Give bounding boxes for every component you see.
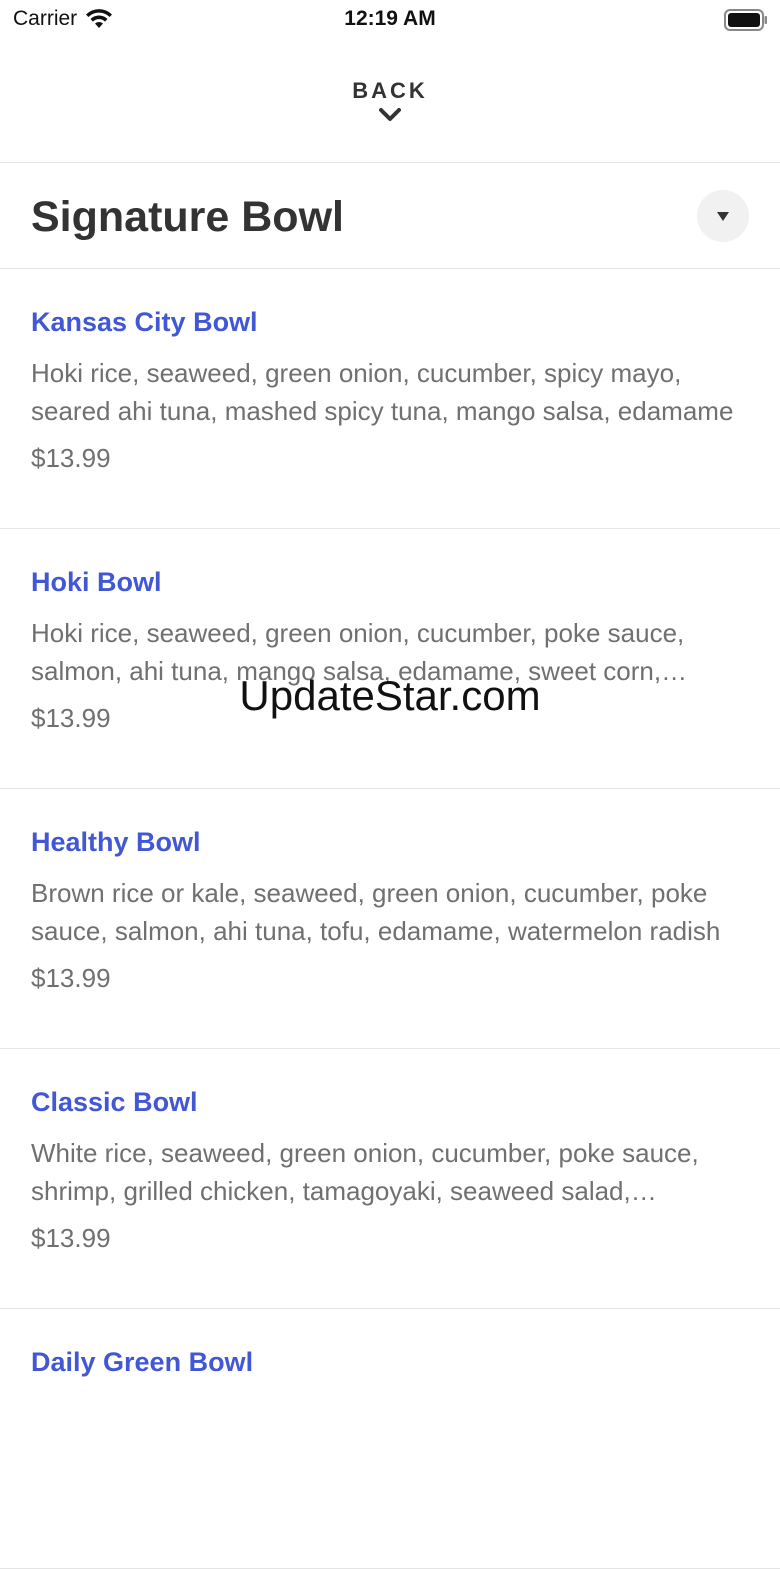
menu-item[interactable]: Healthy Bowl Brown rice or kale, seaweed… [0,789,780,1049]
back-button[interactable]: BACK [290,78,490,138]
caret-down-icon [717,212,729,221]
menu-item-name: Classic Bowl [31,1087,198,1117]
menu-item-name: Healthy Bowl [31,827,201,857]
menu-item[interactable]: Hoki Bowl Hoki rice, seaweed, green onio… [0,529,780,789]
menu-item-description: Brown rice or kale, seaweed, green onion… [31,878,721,946]
menu-item-name: Hoki Bowl [31,567,162,597]
menu-list: Kansas City Bowl Hoki rice, seaweed, gre… [0,269,780,1569]
menu-item-price: $13.99 [31,443,111,473]
menu-item-description: Hoki rice, seaweed, green onion, cucumbe… [31,358,734,426]
chevron-down-icon [377,106,403,124]
menu-item[interactable]: Kansas City Bowl Hoki rice, seaweed, gre… [0,269,780,529]
section-title: Signature Bowl [31,193,344,241]
menu-item-name: Kansas City Bowl [31,307,258,337]
menu-item-name: Daily Green Bowl [31,1347,254,1377]
menu-item-price: $13.99 [31,963,111,993]
status-time: 12:19 AM [344,7,436,30]
menu-item-price: $13.99 [31,703,111,733]
battery-icon [724,9,768,31]
menu-item-description: White rice, seaweed, green onion, cucumb… [31,1138,699,1206]
status-bar: Carrier 12:19 AM [0,0,780,40]
back-header: BACK [0,70,780,163]
back-label: BACK [352,78,428,103]
category-dropdown-button[interactable] [697,190,749,242]
section-header: Signature Bowl [0,163,780,269]
menu-item[interactable]: Daily Green Bowl [0,1309,780,1569]
menu-item-price: $13.99 [31,1223,111,1253]
menu-item-description: Hoki rice, seaweed, green onion, cucumbe… [31,618,685,686]
menu-item[interactable]: Classic Bowl White rice, seaweed, green … [0,1049,780,1309]
